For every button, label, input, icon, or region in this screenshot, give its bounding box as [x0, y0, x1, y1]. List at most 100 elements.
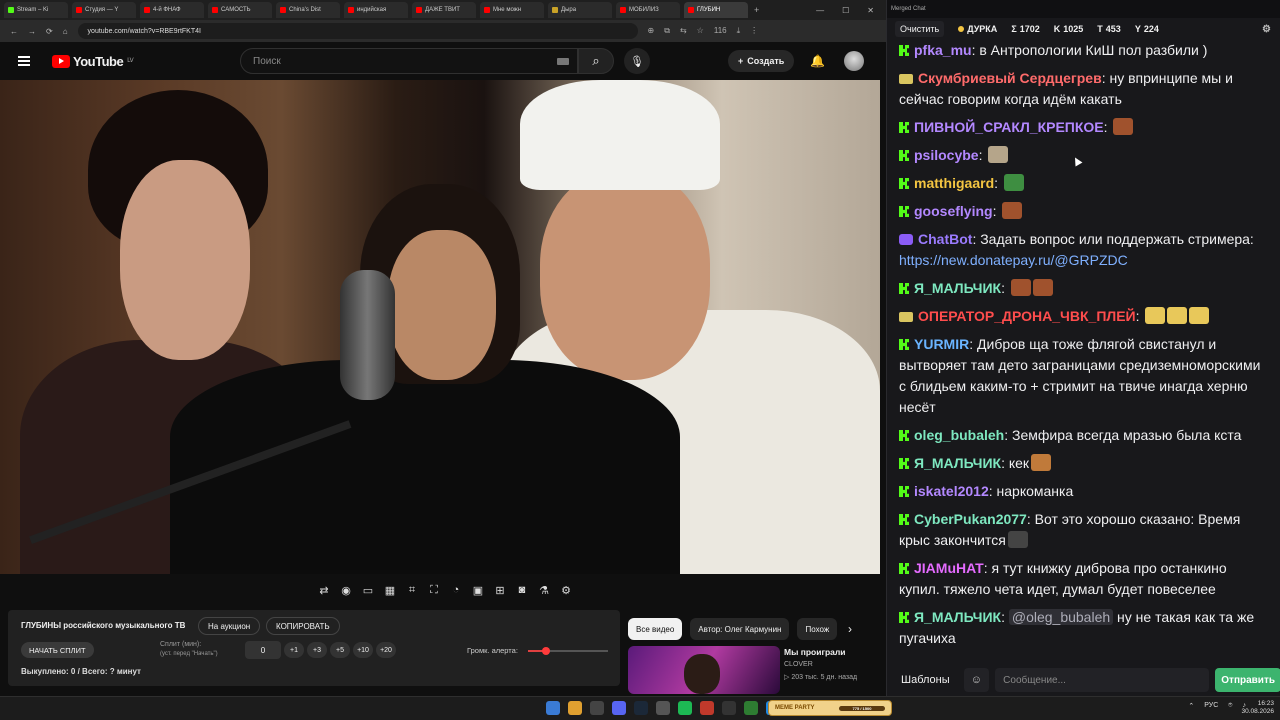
bookmark-icon[interactable]: ☆: [697, 26, 704, 36]
chat-username[interactable]: CyberPukan2077: [914, 511, 1027, 527]
volume-knob[interactable]: [542, 647, 551, 655]
filter-chip[interactable]: Похож: [797, 618, 838, 640]
clear-chat-button[interactable]: Очистить: [895, 21, 945, 37]
split-increment-button[interactable]: +20: [376, 642, 396, 658]
fullscreen-icon[interactable]: ⛶: [426, 582, 442, 598]
chat-username[interactable]: iskatel2012: [914, 483, 989, 499]
chat-username[interactable]: psilocybe: [914, 147, 979, 163]
message-input[interactable]: Сообщение...: [995, 668, 1210, 692]
search-button[interactable]: ⌕: [578, 48, 614, 74]
chat-username[interactable]: Я_МАЛЬЧИК: [914, 280, 1001, 296]
zoom-icon[interactable]: ⊕: [648, 26, 655, 36]
keyboard-icon[interactable]: [557, 58, 569, 65]
install-icon[interactable]: ⧉: [664, 26, 670, 36]
obs-icon[interactable]: [722, 701, 736, 715]
filter-chip[interactable]: Все видео: [628, 618, 683, 640]
chat-link[interactable]: https://new.donatepay.ru/@GRPZDC: [899, 252, 1128, 268]
chat-username[interactable]: Я_МАЛЬЧИК: [914, 455, 1001, 471]
browser-tab[interactable]: индийская: [344, 2, 408, 18]
voice-search-button[interactable]: 🎙: [624, 48, 650, 74]
split-increment-button[interactable]: +10: [353, 642, 373, 658]
translate-icon[interactable]: ⇆: [680, 26, 687, 36]
chat-username[interactable]: JIAMuHAT: [914, 560, 984, 576]
home-icon[interactable]: ⌂: [63, 27, 68, 36]
send-button[interactable]: Отправить: [1215, 668, 1280, 692]
clapper-icon[interactable]: ▦: [382, 582, 398, 598]
language-indicator[interactable]: РУС: [1204, 702, 1218, 710]
start-icon[interactable]: [546, 701, 560, 715]
chat-username[interactable]: Скумбриевый Сердцегрев: [918, 70, 1102, 86]
menu-icon[interactable]: [18, 56, 30, 66]
gear-icon[interactable]: ⚙: [558, 582, 574, 598]
add-icon[interactable]: ⊞: [492, 582, 508, 598]
app-icon[interactable]: [700, 701, 714, 715]
pip-icon[interactable]: ▣: [470, 582, 486, 598]
crop-icon[interactable]: ⌗: [404, 582, 420, 598]
browser-tab[interactable]: 4-й ФНАФ: [140, 2, 204, 18]
chat-username[interactable]: oleg_bubaleh: [914, 427, 1004, 443]
chevron-up-icon[interactable]: ⌃: [1188, 702, 1194, 710]
chat-username[interactable]: ChatBot: [918, 231, 972, 247]
video-thumbnail[interactable]: [628, 646, 780, 694]
rec-video-title[interactable]: Мы проиграли: [784, 647, 846, 657]
meme-party-widget[interactable]: MEME PARTY 775 / 1500: [768, 700, 892, 716]
rec-channel[interactable]: CLOVER: [784, 661, 813, 668]
network-icon[interactable]: ⌾: [1228, 702, 1232, 710]
extension-badge[interactable]: 116: [714, 26, 727, 36]
split-minutes-input[interactable]: 0: [245, 641, 281, 659]
broadcast-icon[interactable]: ◉: [338, 582, 354, 598]
auction-button[interactable]: На аукцион: [198, 617, 261, 635]
browser-tab[interactable]: Мне можн: [480, 2, 544, 18]
chat-username[interactable]: matthigaard: [914, 175, 994, 191]
youtube-logo[interactable]: YouTube LV: [52, 54, 134, 69]
browser-tab[interactable]: Stream – Ki: [4, 2, 68, 18]
gear-icon[interactable]: ⚙: [1262, 24, 1271, 35]
menu-icon[interactable]: ⋮: [750, 26, 758, 36]
split-increment-button[interactable]: +3: [307, 642, 327, 658]
notifications-icon[interactable]: 🔔: [810, 54, 825, 68]
app-icon[interactable]: [656, 701, 670, 715]
screen-icon[interactable]: ▭: [360, 582, 376, 598]
chevron-right-icon[interactable]: ›: [848, 622, 852, 636]
repeat-icon[interactable]: ⇄: [316, 582, 332, 598]
discord-icon[interactable]: [612, 701, 626, 715]
browser-tab[interactable]: China's Dist: [276, 2, 340, 18]
minimize-icon[interactable]: —: [816, 6, 824, 15]
browser-tab[interactable]: САМОСТЬ: [208, 2, 272, 18]
emoji-icon[interactable]: ☺: [963, 668, 990, 692]
spotify-icon[interactable]: [678, 701, 692, 715]
chat-username[interactable]: YURMIR: [914, 336, 969, 352]
browser-tab[interactable]: МОБИЛИЗ: [616, 2, 680, 18]
close-icon[interactable]: ✕: [867, 6, 874, 15]
camera-icon[interactable]: ◙: [514, 582, 530, 598]
back-icon[interactable]: ←: [10, 27, 18, 36]
chat-username[interactable]: ОПЕРАТОР_ДРОНА_ЧВК_ПЛЕЙ: [918, 308, 1136, 324]
browser-tab[interactable]: Дыра: [548, 2, 612, 18]
system-clock[interactable]: 16:23 30.08.2026: [1241, 700, 1274, 716]
chat-username[interactable]: pfka_mu: [914, 42, 972, 58]
copy-button[interactable]: КОПИРОВАТЬ: [266, 617, 340, 635]
steam-icon[interactable]: [634, 701, 648, 715]
filter-chip[interactable]: Автор: Олег Кармунин: [690, 618, 790, 640]
speed-icon[interactable]: ◔: [448, 582, 464, 598]
url-field[interactable]: youtube.com/watch?v=RBE9rtFKT4I: [77, 23, 638, 39]
video-player[interactable]: [0, 80, 880, 574]
chat-username[interactable]: gooseflying: [914, 203, 993, 219]
new-tab-icon[interactable]: +: [754, 5, 759, 15]
flask-icon[interactable]: ⚗: [536, 582, 552, 598]
chat-username[interactable]: Я_МАЛЬЧИК: [914, 609, 1001, 625]
alert-volume-slider[interactable]: [528, 647, 608, 655]
reload-icon[interactable]: ⟳: [46, 27, 53, 36]
app-icon[interactable]: [744, 701, 758, 715]
browser-tab[interactable]: ГЛУБИН: [684, 2, 748, 18]
browser-tab[interactable]: ДАЖЕ ТВИТ: [412, 2, 476, 18]
download-icon[interactable]: ⤓: [737, 26, 741, 36]
chat-username[interactable]: ПИВНОЙ_СРАКЛ_КРЕПКОЕ: [914, 119, 1104, 135]
browser-tab[interactable]: Студия — Y: [72, 2, 136, 18]
search-input[interactable]: Поиск: [240, 48, 578, 74]
create-button[interactable]: + Создать: [728, 50, 795, 72]
forward-icon[interactable]: →: [28, 27, 36, 36]
start-split-button[interactable]: НАЧАТЬ СПЛИТ: [21, 642, 94, 658]
chrome-icon[interactable]: [568, 701, 582, 715]
split-increment-button[interactable]: +5: [330, 642, 350, 658]
